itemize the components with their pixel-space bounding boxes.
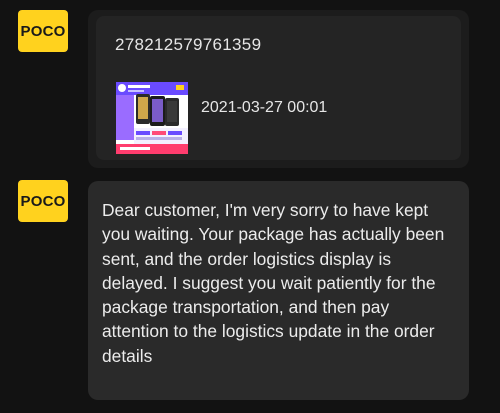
order-card[interactable]: 278212579761359 2021-03-27 00:01 [88, 10, 469, 168]
order-id: 278212579761359 [115, 35, 262, 54]
sender-avatar[interactable]: POCO [18, 10, 68, 52]
avatar-label: POCO [20, 22, 66, 40]
product-image-icon[interactable] [116, 82, 188, 154]
message-text-content: Dear customer, I'm very sorry to have ke… [102, 200, 445, 366]
product-image-art [116, 82, 188, 154]
message-bubble[interactable]: Dear customer, I'm very sorry to have ke… [88, 181, 469, 400]
sender-avatar[interactable]: POCO [18, 180, 68, 222]
message-order-card: POCO 278212579761359 2021-03-27 00:01 [0, 0, 500, 175]
order-time: 2021-03-27 00:01 [201, 99, 328, 116]
order-card-body: 278212579761359 2021-03-27 00:01 [96, 16, 461, 160]
avatar-label: POCO [20, 192, 66, 210]
